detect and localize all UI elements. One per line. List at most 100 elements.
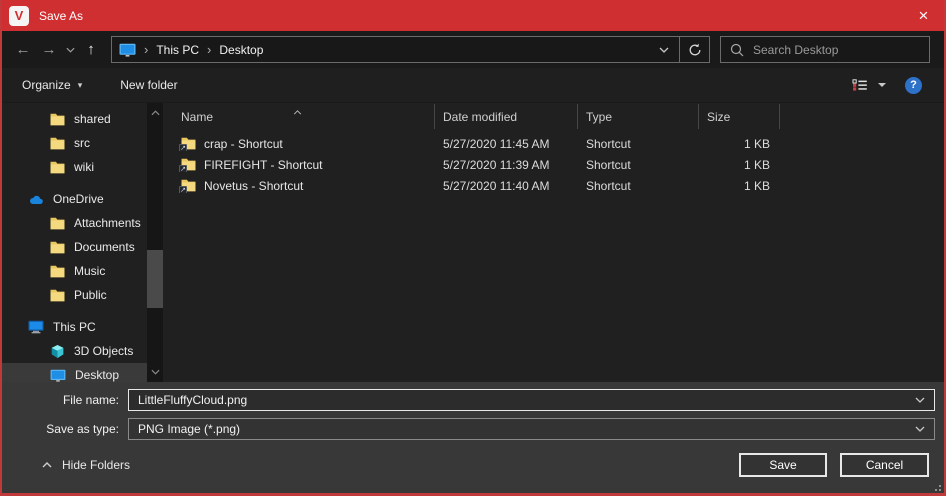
sidebar-item-onedrive[interactable]: OneDrive: [2, 187, 147, 211]
scroll-up-icon[interactable]: [147, 105, 163, 121]
search-input[interactable]: [753, 43, 929, 57]
forward-button[interactable]: →: [36, 41, 62, 58]
sidebar-item-label: Public: [74, 288, 107, 302]
sidebar-item-label: Music: [74, 264, 105, 278]
file-type: Shortcut: [578, 179, 699, 193]
back-button[interactable]: ←: [10, 41, 36, 58]
save-button[interactable]: Save: [739, 453, 827, 477]
chevron-down-icon[interactable]: [915, 426, 925, 432]
titlebar[interactable]: V Save As ×: [0, 0, 946, 31]
file-size: 1 KB: [699, 137, 780, 151]
sidebar-group-gap: [2, 307, 163, 315]
sidebar-item-wiki[interactable]: wiki: [2, 155, 147, 179]
file-list-pane: Name Date modified Type Size ↗: [163, 103, 944, 382]
save-as-type-select[interactable]: PNG Image (*.png): [128, 418, 935, 440]
chevron-up-icon: [42, 462, 52, 468]
scrollbar-thumb[interactable]: [147, 250, 163, 308]
sidebar-item-label: OneDrive: [53, 192, 104, 206]
details-view-icon: [852, 79, 868, 91]
column-header-type[interactable]: Type: [578, 104, 699, 129]
file-row-firefight-shortcut[interactable]: ↗ FIREFIGHT - Shortcut 5/27/2020 11:39 A…: [163, 154, 944, 175]
scroll-down-icon[interactable]: [147, 364, 163, 380]
app-badge-letter: V: [15, 8, 24, 23]
folder-icon: [50, 265, 65, 278]
search-box[interactable]: [720, 36, 930, 63]
file-size: 1 KB: [699, 158, 780, 172]
chevron-down-icon[interactable]: [915, 397, 925, 403]
folder-icon: [50, 241, 65, 254]
sidebar-item-3d-objects[interactable]: 3D Objects: [2, 339, 147, 363]
sidebar-item-music[interactable]: Music: [2, 259, 147, 283]
column-header-name[interactable]: Name: [163, 104, 435, 129]
close-icon[interactable]: ×: [901, 0, 946, 31]
sidebar-item-label: Desktop: [75, 368, 119, 382]
file-row-crap-shortcut[interactable]: ↗ crap - Shortcut 5/27/2020 11:45 AM Sho…: [163, 133, 944, 154]
sidebar-item-documents[interactable]: Documents: [2, 235, 147, 259]
refresh-icon: [688, 43, 702, 57]
sidebar-item-label: Attachments: [74, 216, 141, 230]
sidebar-scrollbar[interactable]: [147, 103, 163, 382]
refresh-button[interactable]: [679, 37, 709, 62]
dialog-footer: Hide Folders Save Cancel: [2, 453, 944, 477]
file-date-modified: 5/27/2020 11:40 AM: [435, 179, 578, 193]
file-type: Shortcut: [578, 137, 699, 151]
3d-cube-icon: [50, 344, 65, 359]
address-bar[interactable]: › This PC › Desktop: [111, 36, 710, 63]
sidebar-item-label: src: [74, 136, 90, 150]
organize-button[interactable]: Organize ▾: [22, 78, 82, 92]
new-folder-label: New folder: [120, 78, 177, 92]
search-icon: [730, 43, 744, 57]
sidebar-item-src[interactable]: src: [2, 131, 147, 155]
file-name: Novetus - Shortcut: [204, 179, 303, 193]
file-name-input[interactable]: [138, 393, 915, 407]
address-dropdown-chevron-icon[interactable]: [649, 37, 679, 62]
view-mode-button[interactable]: [852, 79, 887, 91]
app-icon: V: [9, 6, 29, 26]
save-as-type-label: Save as type:: [2, 422, 128, 436]
help-button[interactable]: ?: [905, 77, 922, 94]
resize-grip[interactable]: [931, 485, 933, 487]
shortcut-arrow-icon: ↗: [179, 186, 187, 193]
breadcrumb-this-pc[interactable]: This PC: [156, 43, 199, 57]
sidebar-item-label: Documents: [74, 240, 135, 254]
new-folder-button[interactable]: New folder: [120, 78, 177, 92]
folder-icon: [50, 137, 65, 150]
hide-folders-label: Hide Folders: [62, 458, 130, 472]
hide-folders-button[interactable]: Hide Folders: [42, 458, 130, 472]
up-button[interactable]: ↑: [78, 41, 104, 58]
column-header-date-modified[interactable]: Date modified: [435, 104, 578, 129]
sidebar-item-label: wiki: [74, 160, 94, 174]
organize-label: Organize: [22, 78, 71, 92]
shortcut-folder-icon: ↗: [181, 137, 196, 150]
breadcrumb-separator: ›: [144, 42, 148, 57]
breadcrumb-separator: ›: [207, 42, 211, 57]
desktop-icon: [119, 43, 136, 57]
column-header-size[interactable]: Size: [699, 104, 780, 129]
desktop-icon: [50, 369, 66, 382]
recent-locations-chevron-icon[interactable]: [62, 47, 78, 53]
command-toolbar: Organize ▾ New folder ?: [2, 68, 944, 103]
shortcut-folder-icon: ↗: [181, 179, 196, 192]
file-date-modified: 5/27/2020 11:45 AM: [435, 137, 578, 151]
folder-icon: [50, 161, 65, 174]
sidebar-item-label: shared: [74, 112, 111, 126]
chevron-down-icon: [877, 82, 887, 88]
save-as-type-value: PNG Image (*.png): [138, 422, 240, 436]
sidebar-item-this-pc[interactable]: This PC: [2, 315, 147, 339]
main-area: shared src wiki OneDrive Attachments D: [2, 103, 944, 382]
breadcrumb-desktop[interactable]: Desktop: [219, 43, 263, 57]
column-header-label: Type: [586, 110, 612, 124]
file-name-field[interactable]: [128, 389, 935, 411]
sidebar-item-label: This PC: [53, 320, 96, 334]
toolbar-right: ?: [852, 77, 922, 94]
file-name: FIREFIGHT - Shortcut: [204, 158, 322, 172]
folder-icon: [50, 217, 65, 230]
file-name-row: File name:: [2, 389, 944, 411]
window-title: Save As: [39, 9, 83, 23]
folder-icon: [50, 289, 65, 302]
file-row-novetus-shortcut[interactable]: ↗ Novetus - Shortcut 5/27/2020 11:40 AM …: [163, 175, 944, 196]
sidebar-item-public[interactable]: Public: [2, 283, 147, 307]
sidebar-item-shared[interactable]: shared: [2, 107, 147, 131]
cancel-button[interactable]: Cancel: [840, 453, 929, 477]
sidebar-item-attachments[interactable]: Attachments: [2, 211, 147, 235]
